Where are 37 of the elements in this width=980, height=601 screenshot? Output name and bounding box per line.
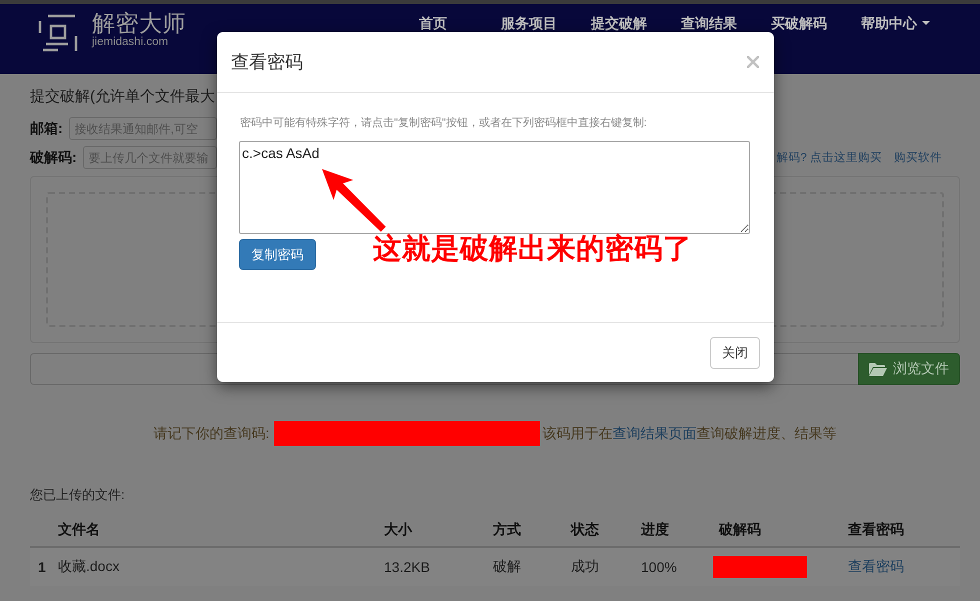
row-number: 1	[38, 559, 46, 575]
column-header: 文件名	[58, 520, 100, 538]
nav-item[interactable]: 帮助中心	[844, 15, 947, 31]
table-cell: 成功	[571, 558, 599, 576]
nav-item[interactable]: 首页	[402, 15, 464, 31]
folder-icon	[869, 362, 887, 376]
annotation-text: 这就是破解出来的密码了	[373, 234, 692, 264]
column-header: 进度	[641, 520, 669, 538]
copy-password-button[interactable]: 复制密码	[239, 239, 316, 270]
close-button[interactable]: 关闭	[710, 336, 760, 368]
modal-title: 查看密码	[231, 51, 303, 74]
column-header: 方式	[493, 520, 521, 538]
table-cell: 破解	[493, 558, 521, 576]
logo-title: 解密大师	[92, 10, 186, 36]
column-header: 状态	[571, 520, 599, 538]
column-header: 查看密码	[848, 520, 904, 538]
logo-subtitle: jiemidashi.com	[92, 36, 168, 49]
nav-item[interactable]: 买破解码	[754, 15, 844, 31]
password-field[interactable]: c.>cas AsAd	[239, 141, 750, 234]
logo-icon	[38, 14, 78, 52]
table-cell: 100%	[641, 559, 677, 575]
field-label: 邮箱:	[30, 120, 63, 138]
nav-item[interactable]: 提交破解	[574, 15, 664, 31]
hint-text: 密码中可能有特殊字符，请点击"复制密码"按钮，或者在下列密码框中直接右键复制:	[240, 116, 647, 130]
nav-item[interactable]: 服务项目	[484, 15, 574, 31]
column-header: 大小	[384, 520, 412, 538]
table-cell: 收藏.docx	[58, 558, 120, 576]
table-cell: 13.2KB	[384, 559, 430, 575]
field-label: 破解码:	[30, 148, 77, 166]
close-icon[interactable]	[747, 56, 759, 68]
section-title: 提交破解(允许单个文件最大	[30, 87, 215, 107]
browse-files-button[interactable]: 浏览文件	[858, 353, 960, 385]
column-header: 破解码	[719, 520, 761, 538]
nav-item[interactable]: 查询结果	[664, 15, 754, 31]
query-notice-text: 该码用于在查询结果页面查询破解进度、结果等	[542, 424, 836, 442]
files-title: 您已上传的文件:	[30, 487, 125, 503]
query-code-label: 请记下你的查询码:	[154, 424, 270, 442]
